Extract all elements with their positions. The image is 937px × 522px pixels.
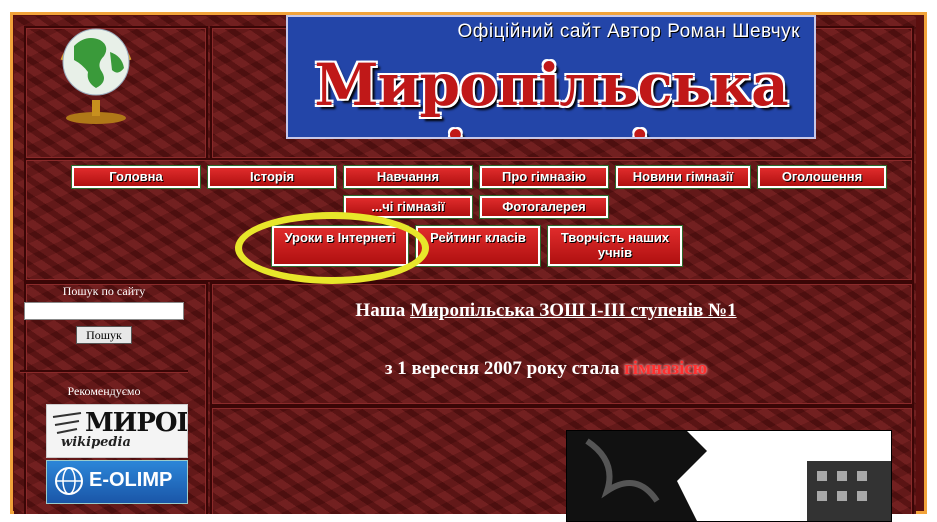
highlight-ellipse <box>235 212 429 284</box>
site-search: Пошук по сайту Пошук <box>20 282 188 350</box>
nav-gallery-button[interactable]: Фотогалерея <box>479 195 609 219</box>
nav-news-button[interactable]: Новини гімназії <box>615 165 751 189</box>
eolimp-logo-text: E-OLIMP <box>89 469 173 491</box>
globe-icon <box>60 28 132 124</box>
nav-home-button[interactable]: Головна <box>71 165 201 189</box>
wiki-logo-subtext: wikipedia <box>61 435 131 450</box>
search-button[interactable]: Пошук <box>76 326 132 344</box>
nav-class-rating-button[interactable]: Рейтинг класів <box>415 225 541 267</box>
school-link[interactable]: Миропільська ЗОШ І-ІІІ ступенів №1 <box>410 300 737 321</box>
wiki-logo-text: МИРОПІЛЬ <box>85 408 187 438</box>
nav-studies-button[interactable]: Навчання <box>343 165 473 189</box>
site-title: Миропільська гімназія <box>314 51 788 137</box>
globe-network-icon <box>55 467 83 495</box>
sidebar-divider <box>20 370 188 372</box>
search-input[interactable] <box>24 302 184 320</box>
gymnasium-highlight: гімназією <box>624 358 708 379</box>
banner-subtitle: Офіційний сайт Автор Роман Шевчук <box>457 21 800 42</box>
wikipedia-logo-link[interactable]: МИРОПІЛЬ wikipedia <box>46 404 188 458</box>
nav-announcements-button[interactable]: Оголошення <box>757 165 887 189</box>
nav-student-creativity-button[interactable]: Творчість наших учнів <box>547 225 683 267</box>
nav-about-button[interactable]: Про гімназію <box>479 165 609 189</box>
intro-prefix: Наша <box>355 300 410 321</box>
eolimp-logo-link[interactable]: E-OLIMP <box>46 460 188 504</box>
search-label: Пошук по сайту <box>62 284 146 298</box>
recommend-label: Рекомендуємо <box>67 384 141 398</box>
nav-history-button[interactable]: Історія <box>207 165 337 189</box>
intro-line-1: Наша Миропільська ЗОШ І-ІІІ ступенів №1 <box>196 300 896 322</box>
school-photo <box>566 430 892 522</box>
intro-line-2: з 1 вересня 2007 року стала гімназією <box>196 358 896 380</box>
intro-prefix-2: з 1 вересня 2007 року стала <box>384 358 625 379</box>
site-banner[interactable]: Офіційний сайт Автор Роман Шевчук Миропі… <box>286 15 816 139</box>
